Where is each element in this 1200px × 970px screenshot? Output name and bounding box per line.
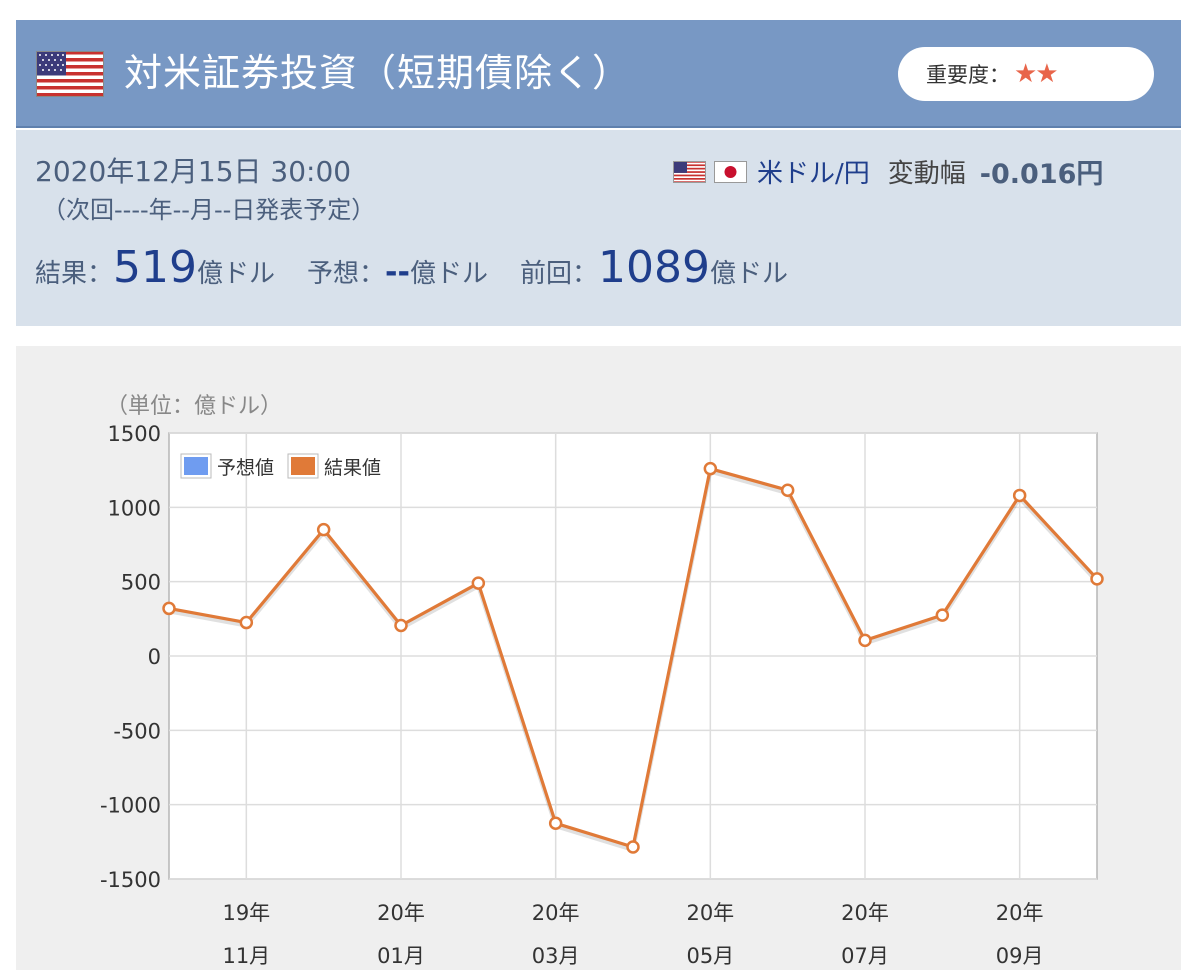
next-release-date: （次回----年--月--日発表予定） <box>42 196 376 224</box>
data-point <box>626 840 640 854</box>
y-tick-label: 1500 <box>108 422 161 446</box>
data-point <box>780 483 795 497</box>
currency-pair-link[interactable]: 米ドル/円 <box>757 153 870 190</box>
x-tick-month: 09月 <box>996 944 1044 968</box>
result-label: 結果： <box>35 259 114 289</box>
result-unit: 億ドル <box>197 259 276 289</box>
importance-badge: 重要度： ★★ <box>898 47 1154 101</box>
forecast-value: -- <box>385 255 410 290</box>
y-tick-label: -500 <box>113 719 161 743</box>
us-flag-icon <box>673 160 706 183</box>
line-chart: （単位：億ドル） 1500 1000 500 0 -500 -1000 -1500 19年 1… <box>100 394 1104 968</box>
indicator-info-panel: 2020年12月15日 30:00 （次回----年--月--日発表予定） 米ド… <box>16 130 1181 326</box>
x-tick-month: 03月 <box>532 944 580 968</box>
currency-pair-impact: 米ドル/円 変動幅 -0.016円 <box>673 152 1103 191</box>
x-tick-year: 20年 <box>841 901 889 925</box>
data-point <box>394 618 408 633</box>
data-point <box>471 576 486 590</box>
x-tick-year: 20年 <box>377 901 425 925</box>
x-tick-month: 05月 <box>686 944 734 968</box>
legend-swatch-result <box>291 457 315 475</box>
importance-label: 重要度： <box>926 63 1010 87</box>
importance-stars: ★★ <box>1014 59 1059 89</box>
forecast-label: 予想： <box>307 259 386 289</box>
indicator-header: 対米証券投資（短期債除く） 重要度： ★★ <box>16 20 1181 128</box>
x-tick-month: 11月 <box>222 944 270 968</box>
data-point <box>858 633 872 648</box>
legend-label-forecast: 予想値 <box>217 457 274 479</box>
x-tick-year: 20年 <box>532 901 580 925</box>
previous-value: 1089 <box>597 242 710 293</box>
data-point <box>703 461 718 476</box>
x-tick-month: 01月 <box>377 944 425 968</box>
data-point <box>1012 488 1027 503</box>
forecast-unit: 億ドル <box>409 259 488 289</box>
result-value: 519 <box>113 242 197 293</box>
legend-label-result: 結果値 <box>324 457 381 479</box>
data-point <box>239 615 254 630</box>
change-value: -0.016円 <box>979 159 1104 190</box>
legend-swatch-forecast <box>184 457 208 475</box>
y-tick-label: 500 <box>121 571 161 595</box>
y-tick-label: 0 <box>148 645 161 669</box>
x-tick-year: 20年 <box>686 901 734 925</box>
change-label: 変動幅 <box>887 159 966 189</box>
indicator-title: 対米証券投資（短期債除く） <box>124 51 632 95</box>
data-point <box>162 601 176 616</box>
data-point <box>1090 572 1104 586</box>
us-flag-icon <box>36 51 104 97</box>
y-tick-label: -1000 <box>100 794 161 818</box>
y-tick-label: -1500 <box>100 868 161 892</box>
x-tick-year: 20年 <box>996 901 1044 925</box>
chart-panel: （単位：億ドル） 1500 1000 500 0 -500 -1000 -1500 19年 1… <box>16 346 1181 970</box>
chart-unit-label: （単位：億ドル） <box>106 394 282 419</box>
data-point <box>316 522 331 537</box>
jp-flag-icon <box>714 160 747 183</box>
x-tick-year: 19年 <box>222 901 270 925</box>
x-tick-month: 07月 <box>841 944 889 968</box>
previous-unit: 億ドル <box>709 259 788 289</box>
y-tick-label: 1000 <box>108 496 161 520</box>
data-point <box>935 608 950 622</box>
previous-label: 前回： <box>519 259 598 289</box>
release-datetime: 2020年12月15日 30:00 <box>35 155 352 188</box>
result-summary: 結果： 519 億ドル 予想： -- 億ドル 前回： 1089 億ドル <box>35 242 820 293</box>
data-point <box>548 816 563 830</box>
